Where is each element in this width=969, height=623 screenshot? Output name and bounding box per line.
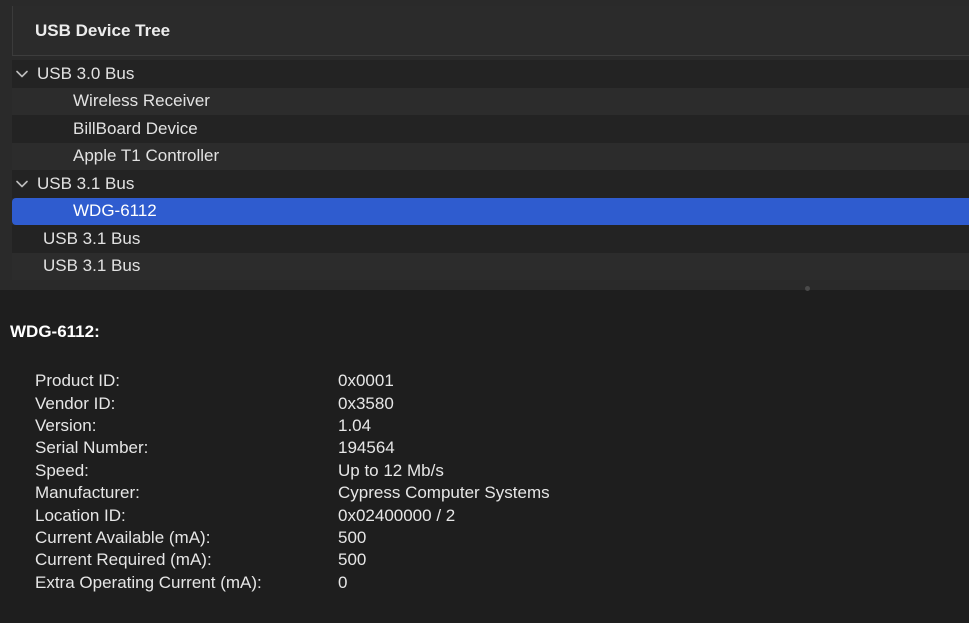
system-information-window: USB Device Tree USB 3.0 Bus Wireless Rec…: [0, 0, 969, 623]
property-row: Location ID: 0x02400000 / 2: [35, 504, 550, 526]
property-row: Manufacturer: Cypress Computer Systems: [35, 482, 550, 504]
property-row: Current Required (mA): 500: [35, 549, 550, 571]
tree-item-label: USB 3.1 Bus: [43, 228, 141, 248]
tree-item-label: Wireless Receiver: [73, 91, 210, 111]
device-tree-list: USB 3.0 Bus Wireless Receiver BillBoard …: [12, 60, 969, 280]
chevron-down-icon[interactable]: [14, 174, 30, 194]
tree-item-apple-t1-controller[interactable]: Apple T1 Controller: [12, 142, 969, 170]
tree-column-header[interactable]: USB Device Tree: [12, 6, 969, 56]
property-value: 1.04: [338, 415, 372, 435]
property-label: Speed:: [35, 460, 89, 480]
property-value: 0: [338, 572, 348, 592]
tree-item-usb-3-1-bus-2[interactable]: USB 3.1 Bus: [12, 225, 969, 253]
tree-item-usb-3-1-bus[interactable]: USB 3.1 Bus: [12, 170, 969, 198]
property-label: Vendor ID:: [35, 393, 116, 413]
property-value: Up to 12 Mb/s: [338, 460, 444, 480]
property-value: 0x02400000 / 2: [338, 505, 456, 525]
property-label: Extra Operating Current (mA):: [35, 572, 262, 592]
property-label: Current Available (mA):: [35, 527, 211, 547]
tree-item-label: USB 3.1 Bus: [37, 173, 135, 193]
property-row: Speed: Up to 12 Mb/s: [35, 460, 550, 482]
chevron-down-icon[interactable]: [14, 64, 30, 84]
property-value: Cypress Computer Systems: [338, 483, 550, 503]
tree-item-label: USB 3.0 Bus: [37, 63, 135, 83]
property-row: Version: 1.04: [35, 415, 550, 437]
split-view-divider-handle[interactable]: [805, 286, 810, 291]
property-list: Product ID: 0x0001 Vendor ID: 0x3580 Ver…: [35, 370, 550, 594]
device-detail-pane: WDG-6112: Product ID: 0x0001 Vendor ID: …: [0, 292, 969, 623]
device-tree-pane: USB Device Tree USB 3.0 Bus Wireless Rec…: [0, 0, 969, 291]
tree-item-wdg-6112[interactable]: WDG-6112: [12, 197, 969, 225]
tree-item-usb-3-0-bus[interactable]: USB 3.0 Bus: [12, 60, 969, 88]
tree-item-usb-3-1-bus-3[interactable]: USB 3.1 Bus: [12, 252, 969, 280]
property-label: Location ID:: [35, 505, 126, 525]
tree-item-label: Apple T1 Controller: [73, 146, 220, 166]
property-value: 500: [338, 527, 367, 547]
property-label: Version:: [35, 415, 97, 435]
property-value: 500: [338, 550, 367, 570]
property-label: Serial Number:: [35, 438, 149, 458]
property-row: Current Available (mA): 500: [35, 527, 550, 549]
tree-item-label: WDG-6112: [73, 201, 157, 221]
property-value: 0x0001: [338, 371, 394, 391]
tree-item-wireless-receiver[interactable]: Wireless Receiver: [12, 87, 969, 115]
property-value: 194564: [338, 438, 395, 458]
property-row: Vendor ID: 0x3580: [35, 392, 550, 414]
tree-item-label: USB 3.1 Bus: [43, 256, 141, 276]
property-value: 0x3580: [338, 393, 394, 413]
property-row: Product ID: 0x0001: [35, 370, 550, 392]
property-row: Extra Operating Current (mA): 0: [35, 572, 550, 594]
tree-item-label: BillBoard Device: [73, 118, 198, 138]
property-row: Serial Number: 194564: [35, 437, 550, 459]
property-label: Current Required (mA):: [35, 550, 212, 570]
tree-item-billboard-device[interactable]: BillBoard Device: [12, 115, 969, 143]
property-label: Product ID:: [35, 371, 121, 391]
property-label: Manufacturer:: [35, 483, 140, 503]
detail-title: WDG-6112:: [10, 322, 100, 341]
tree-header-title: USB Device Tree: [35, 20, 171, 40]
